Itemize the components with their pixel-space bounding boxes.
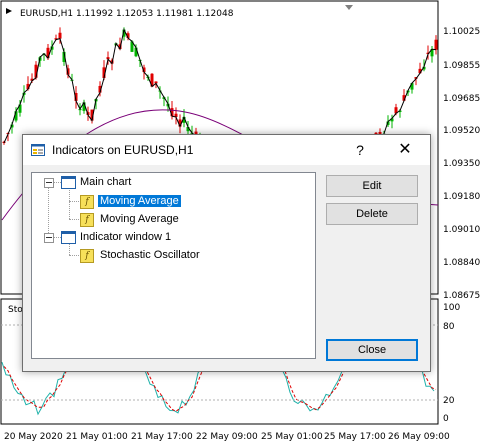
time-label: 21 May 17:00: [131, 432, 193, 442]
delete-button[interactable]: Delete: [326, 203, 418, 225]
tree-connector: [69, 219, 79, 220]
time-label: 20 May 2020: [4, 432, 63, 442]
time-label: 22 May 09:00: [196, 432, 258, 442]
dialog-title: Indicators on EURUSD,H1: [52, 143, 194, 157]
collapse-indicator-window[interactable]: [44, 233, 54, 243]
tree-connector: [53, 182, 61, 183]
candle-body: [58, 32, 62, 39]
tree-item-moving-average-selected[interactable]: Moving Average: [98, 193, 181, 209]
tree-item-indicator-window-1[interactable]: Indicator window 1: [80, 229, 171, 245]
price-label: 1.08675: [443, 291, 480, 301]
level-label: 20: [443, 396, 455, 406]
indicators-dialog: Indicators on EURUSD,H1 ? ✕ Main chart f…: [22, 134, 431, 372]
time-label: 25 May 01:00: [261, 432, 323, 442]
dialog-titlebar[interactable]: Indicators on EURUSD,H1 ? ✕: [23, 135, 430, 165]
level-label: 80: [443, 322, 455, 332]
price-label: 1.09010: [443, 225, 480, 235]
edit-button[interactable]: Edit: [326, 175, 418, 197]
tree-connector: [69, 190, 70, 219]
close-button[interactable]: Close: [326, 339, 418, 361]
tree-connector: [69, 244, 70, 255]
price-label: 1.09180: [443, 192, 480, 202]
price-label: 1.09685: [443, 94, 480, 104]
indicator-tree[interactable]: Main chart f Moving Average f Moving Ave…: [31, 172, 316, 359]
indicator-function-icon: f: [80, 249, 94, 263]
tree-connector: [69, 255, 79, 256]
help-button[interactable]: ?: [350, 140, 370, 160]
price-axis: 1.10025 1.09855 1.09685 1.09520 1.09350 …: [443, 27, 480, 301]
sub-window-label: Sto: [8, 305, 23, 315]
price-label: 1.08840: [443, 258, 480, 268]
tree-connector: [53, 237, 61, 238]
price-label: 1.09520: [443, 126, 480, 136]
sub-axis: 100 80 20 0: [443, 303, 460, 424]
tree-item-main-chart[interactable]: Main chart: [80, 174, 131, 190]
indicator-function-icon: f: [80, 213, 94, 227]
tree-connector: [69, 201, 79, 202]
tree-item-moving-average[interactable]: Moving Average: [100, 211, 179, 227]
time-label: 21 May 01:00: [66, 432, 128, 442]
price-label: 1.09855: [443, 61, 480, 71]
time-label: 25 May 17:00: [324, 432, 386, 442]
time-label: 26 May 09:00: [388, 432, 450, 442]
tree-item-stochastic-oscillator[interactable]: Stochastic Oscillator: [100, 247, 200, 263]
price-label: 1.09350: [443, 159, 480, 169]
chart-window-icon: [61, 231, 76, 244]
chart-title: EURUSD,H1 1.11992 1.12053 1.11981 1.1204…: [20, 9, 234, 19]
price-label: 1.10025: [443, 27, 480, 37]
tree-connector: [48, 183, 49, 237]
indicator-function-icon: f: [80, 195, 94, 209]
collapse-main-chart[interactable]: [44, 178, 54, 188]
close-icon[interactable]: ✕: [394, 140, 416, 160]
level-label: 0: [443, 414, 449, 424]
level-label: 100: [443, 303, 460, 313]
candle-body: [434, 39, 438, 50]
indicators-list-icon: [31, 144, 45, 156]
selected-label: Moving Average: [98, 195, 181, 207]
chart-window-icon: [61, 176, 76, 189]
time-axis: 20 May 2020 21 May 01:00 21 May 17:00 22…: [4, 432, 450, 442]
